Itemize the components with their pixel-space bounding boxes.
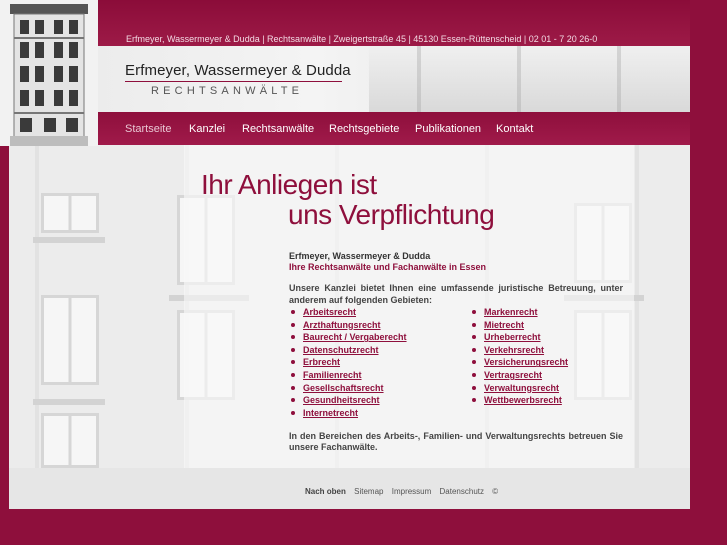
list-item: Gesundheitsrecht	[289, 394, 407, 407]
area-link-datenschutzrecht[interactable]: Datenschutzrecht	[303, 345, 379, 355]
list-item: Versicherungsrecht	[470, 356, 568, 369]
list-item: Markenrecht	[470, 306, 568, 319]
area-link-gesundheitsrecht[interactable]: Gesundheitsrecht	[303, 395, 380, 405]
footer-link-impressum[interactable]: Impressum	[392, 487, 432, 496]
headline-line-2: uns Verpflichtung	[288, 199, 495, 230]
area-link-familienrecht[interactable]: Familienrecht	[303, 370, 362, 380]
area-link-gesellschaftsrecht[interactable]: Gesellschaftsrecht	[303, 383, 384, 393]
main-nav: Startseite Kanzlei Rechtsanwälte Rechtsg…	[9, 112, 690, 145]
footer-link-datenschutz[interactable]: Datenschutz	[440, 487, 484, 496]
nav-item-kanzlei[interactable]: Kanzlei	[189, 123, 225, 135]
area-link-urheberrecht[interactable]: Urheberrecht	[484, 332, 541, 342]
area-link-erbrecht[interactable]: Erbrecht	[303, 357, 340, 367]
list-item: Vertragsrecht	[470, 369, 568, 382]
list-item: Wettbewerbsrecht	[470, 394, 568, 407]
nav-item-rechtsanwaelte[interactable]: Rechtsanwälte	[242, 123, 314, 135]
firm-tagline: Ihre Rechtsanwälte und Fachanwälte in Es…	[289, 262, 487, 272]
area-link-baurecht[interactable]: Baurecht / Vergaberecht	[303, 332, 407, 342]
list-item: Verkehrsrecht	[470, 344, 568, 357]
area-link-wettbewerbsrecht[interactable]: Wettbewerbsrecht	[484, 395, 562, 405]
area-link-mietrecht[interactable]: Mietrecht	[484, 320, 524, 330]
area-link-verwaltungsrecht[interactable]: Verwaltungsrecht	[484, 383, 559, 393]
contact-line: Erfmeyer, Wassermeyer & Dudda | Rechtsan…	[126, 34, 598, 44]
area-link-verkehrsrecht[interactable]: Verkehrsrecht	[484, 345, 544, 355]
list-item: Internetrecht	[289, 407, 407, 420]
background-window	[41, 295, 99, 385]
list-item: Gesellschaftsrecht	[289, 382, 407, 395]
header: Erfmeyer, Wassermeyer & Dudda RECHTSANWÄ…	[9, 46, 690, 112]
footer: Nach oben Sitemap Impressum Datenschutz …	[9, 468, 690, 509]
nav-item-kontakt[interactable]: Kontakt	[496, 123, 533, 135]
background-window	[41, 413, 99, 468]
outro-text: In den Bereichen des Arbeits-, Familien-…	[289, 431, 623, 452]
area-link-arzthaftungsrecht[interactable]: Arzthaftungsrecht	[303, 320, 381, 330]
footer-link-top[interactable]: Nach oben	[305, 487, 346, 496]
background-ledge	[33, 237, 105, 243]
practice-areas-left: Arbeitsrecht Arzthaftungsrecht Baurecht …	[289, 306, 407, 419]
list-item: Baurecht / Vergaberecht	[289, 331, 407, 344]
list-item: Urheberrecht	[470, 331, 568, 344]
practice-areas-right: Markenrecht Mietrecht Urheberrecht Verke…	[470, 306, 568, 407]
list-item: Erbrecht	[289, 356, 407, 369]
nav-item-publikationen[interactable]: Publikationen	[415, 123, 481, 135]
logo-firm-name[interactable]: Erfmeyer, Wassermeyer & Dudda	[125, 62, 351, 79]
list-item: Arzthaftungsrecht	[289, 319, 407, 332]
background-window	[41, 193, 99, 233]
footer-link-sitemap[interactable]: Sitemap	[354, 487, 383, 496]
list-item: Familienrecht	[289, 369, 407, 382]
nav-item-rechtsgebiete[interactable]: Rechtsgebiete	[329, 123, 399, 135]
area-link-versicherungsrecht[interactable]: Versicherungsrecht	[484, 357, 568, 367]
area-link-arbeitsrecht[interactable]: Arbeitsrecht	[303, 307, 356, 317]
logo-subtitle: RECHTSANWÄLTE	[151, 85, 304, 97]
intro-text: Unsere Kanzlei bietet Ihnen eine umfasse…	[289, 283, 623, 305]
header-facade-image	[369, 46, 690, 112]
top-bar: Erfmeyer, Wassermeyer & Dudda | Rechtsan…	[9, 0, 690, 46]
list-item: Verwaltungsrecht	[470, 382, 568, 395]
footer-copyright: ©	[492, 487, 499, 496]
area-link-markenrecht[interactable]: Markenrecht	[484, 307, 538, 317]
page-frame: Erfmeyer, Wassermeyer & Dudda | Rechtsan…	[9, 0, 690, 545]
list-item: Mietrecht	[470, 319, 568, 332]
nav-item-startseite[interactable]: Startseite	[125, 123, 171, 135]
logo-divider	[125, 81, 342, 82]
area-link-internetrecht[interactable]: Internetrecht	[303, 408, 358, 418]
list-item: Datenschutzrecht	[289, 344, 407, 357]
area-link-vertragsrecht[interactable]: Vertragsrecht	[484, 370, 542, 380]
footer-links: Nach oben Sitemap Impressum Datenschutz …	[305, 487, 504, 496]
building-logo-icon[interactable]	[0, 0, 98, 146]
firm-name: Erfmeyer, Wassermeyer & Dudda	[289, 251, 431, 261]
main-content: Ihr Anliegen ist uns Verpflichtung Erfme…	[9, 145, 690, 468]
list-item: Arbeitsrecht	[289, 306, 407, 319]
background-ledge	[33, 399, 105, 405]
headline-line-1: Ihr Anliegen ist	[201, 169, 377, 200]
